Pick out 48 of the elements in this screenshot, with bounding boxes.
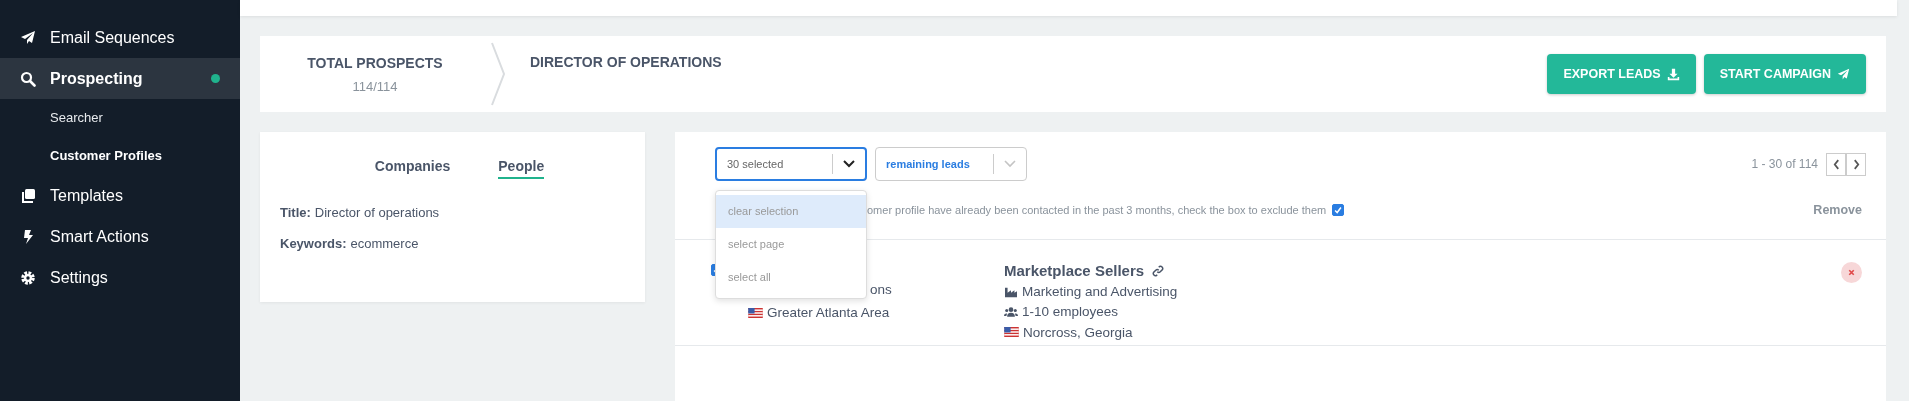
nav-item[interactable]: Prospecting: [0, 58, 240, 99]
total-label: TOTAL PROSPECTS: [307, 54, 443, 71]
nav-item[interactable]: Templates: [0, 175, 240, 216]
remove-button[interactable]: [1841, 262, 1862, 283]
factory-icon: [1004, 285, 1018, 298]
close-icon: [1847, 268, 1856, 277]
chevron-right-icon: [1852, 158, 1860, 170]
chevron-down-icon: [843, 160, 855, 168]
exclude-checkbox[interactable]: [1332, 204, 1345, 216]
person-title: ons: [869, 282, 893, 299]
field-label: Title:: [280, 205, 311, 220]
settings-icon: [20, 269, 36, 286]
download-icon: [1666, 67, 1680, 81]
flag-icon: [1004, 327, 1019, 338]
users-icon: [1004, 306, 1018, 318]
total-value: 114/114: [352, 78, 398, 94]
nav-item[interactable]: Smart Actions: [0, 216, 240, 257]
company-size: 1-10 employees: [1022, 304, 1119, 320]
search-icon: [20, 70, 36, 87]
company-industry: Marketing and Advertising: [1022, 284, 1178, 300]
paper-plane-icon: [1837, 67, 1850, 81]
filter-dropdown[interactable]: remaining leads: [875, 147, 1027, 181]
previous-page-button[interactable]: [1826, 152, 1846, 176]
link-icon[interactable]: [1152, 264, 1165, 277]
field-value: Director of operations: [314, 205, 440, 220]
chevron-left-icon: [1832, 158, 1840, 170]
nav-subitem[interactable]: Customer Profiles: [0, 137, 240, 175]
profile-title: DIRECTOR OF OPERATIONS: [530, 54, 722, 70]
next-page-button[interactable]: [1846, 152, 1866, 176]
chevron-down-icon: [1004, 160, 1016, 168]
pagination-text: 1 - 30 of 114: [1751, 157, 1818, 171]
paper-plane-icon: [20, 29, 36, 46]
field-label: Keywords:: [280, 236, 347, 251]
nav-item[interactable]: Email Sequences: [0, 17, 240, 58]
company-location: Norcross, Georgia: [1023, 324, 1133, 340]
chevron-divider-icon: [490, 42, 506, 106]
field-value: ecommerce: [350, 236, 419, 251]
nav-subitem[interactable]: Searcher: [0, 99, 240, 137]
column-header: Remove: [1813, 203, 1862, 217]
selection-dropdown[interactable]: 30 selected: [715, 147, 867, 181]
nav-item[interactable]: Settings: [0, 257, 240, 298]
company-name: Marketplace Sellers: [1004, 262, 1145, 279]
person-location: Greater Atlanta Area: [767, 305, 890, 320]
tab[interactable]: People: [498, 158, 545, 179]
flag-icon: [748, 307, 763, 318]
copy-icon: [20, 187, 36, 204]
tab[interactable]: Companies: [374, 158, 451, 179]
notice-text: omer profile have already been contacted in the past 3 months, check the box to exclude them: [867, 204, 1327, 216]
